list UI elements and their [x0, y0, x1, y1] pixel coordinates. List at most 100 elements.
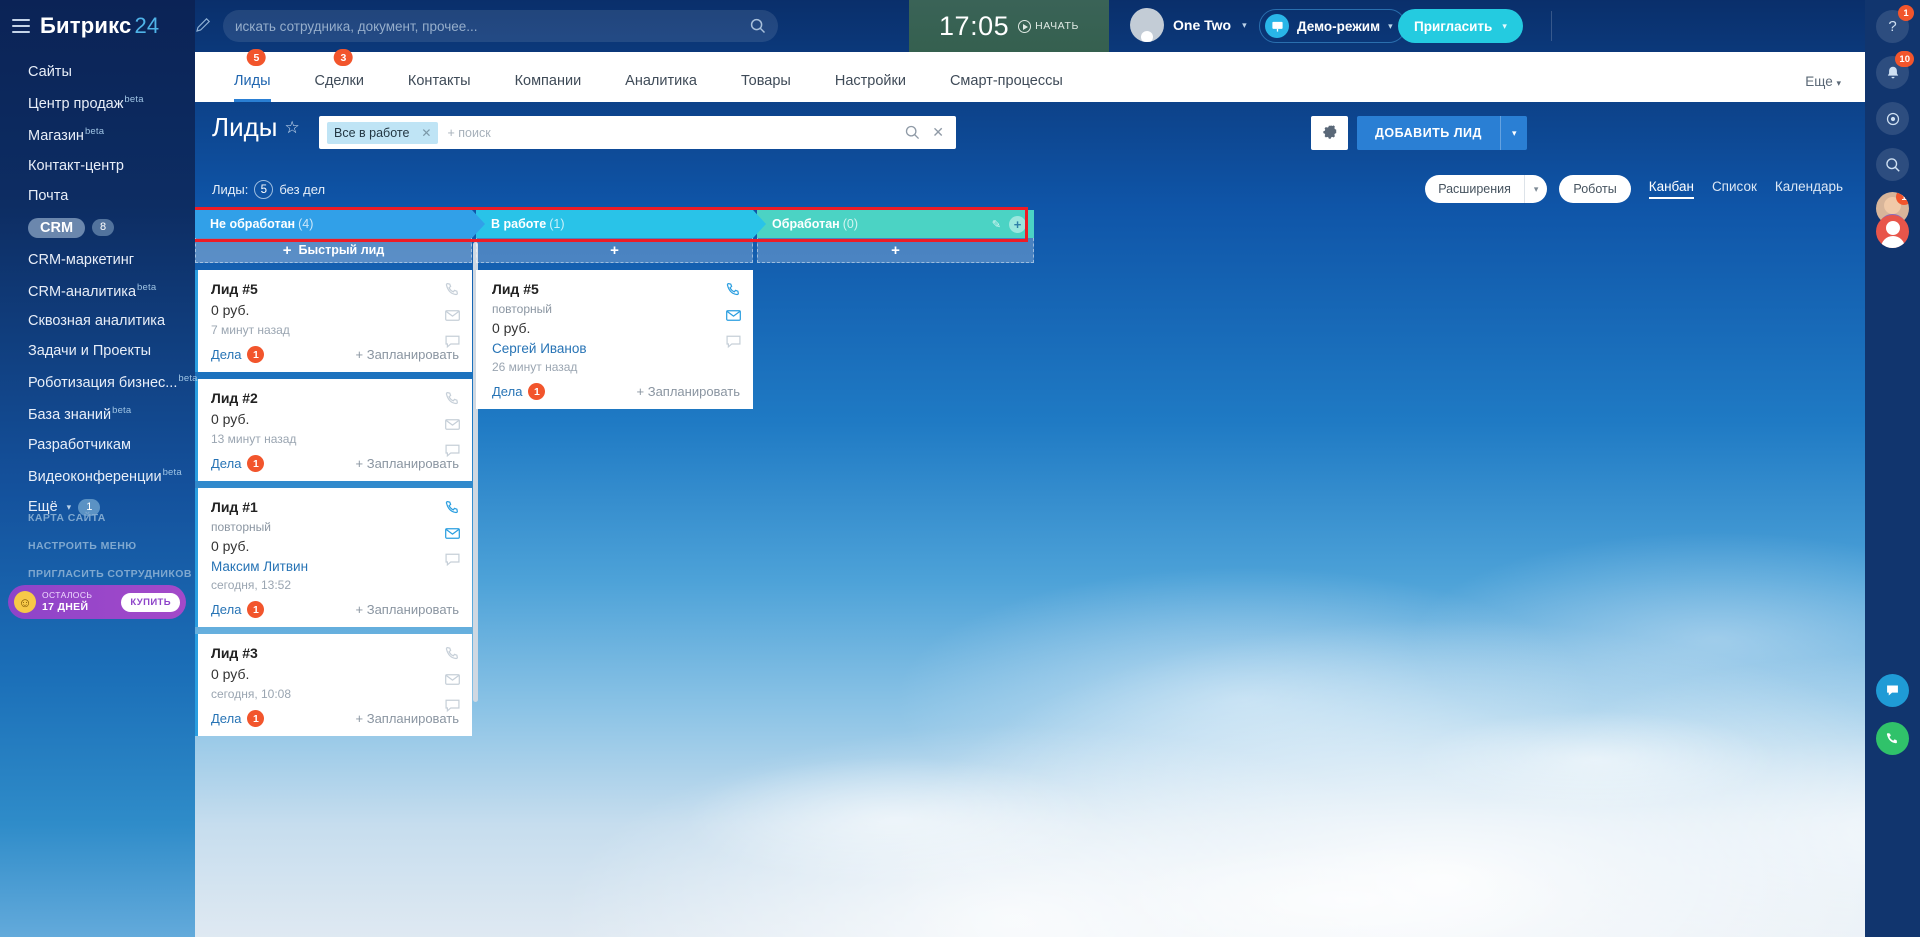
lead-card-deals-label[interactable]: Дела: [211, 711, 241, 726]
sidebar-item-11[interactable]: База знанийbeta: [0, 398, 195, 430]
buy-button[interactable]: КУПИТЬ: [121, 592, 180, 612]
pencil-icon[interactable]: [195, 17, 213, 35]
lead-card[interactable]: Лид #5 0 руб. 7 минут назад Дела 1 + Запланир…: [195, 270, 472, 372]
demo-mode-button[interactable]: Демо-режим ▾: [1259, 9, 1406, 43]
lead-card-plan-link[interactable]: + Запланировать: [637, 384, 740, 399]
sidebar-item-1[interactable]: Центр продажbeta: [0, 87, 195, 119]
search-icon[interactable]: [750, 18, 766, 34]
add-stage-icon[interactable]: +: [1009, 215, 1026, 233]
chevron-down-icon[interactable]: ▾: [1501, 128, 1528, 139]
kanban-column-header[interactable]: В работе (1): [476, 210, 766, 238]
kanban-column-header[interactable]: Не обработан (4): [195, 210, 485, 238]
lead-card-deals-label[interactable]: Дела: [211, 456, 241, 471]
phone-icon[interactable]: [444, 390, 461, 407]
tabs-more-button[interactable]: Еще ▾: [1805, 74, 1841, 89]
add-lead-button[interactable]: ДОБАВИТЬ ЛИД ▾: [1357, 116, 1528, 150]
lead-card-plan-link[interactable]: + Запланировать: [356, 602, 459, 617]
help-icon[interactable]: ? 1: [1876, 5, 1914, 43]
view-link-2[interactable]: Календарь: [1775, 179, 1843, 199]
comment-icon[interactable]: [444, 442, 461, 459]
comment-icon[interactable]: [444, 697, 461, 714]
contact-avatar-2[interactable]: [1876, 215, 1909, 248]
add-card-strip[interactable]: + Быстрый лид: [195, 238, 472, 263]
filter-search-placeholder[interactable]: + поиск: [447, 126, 490, 140]
sidebar-footer-link-2[interactable]: ПРИГЛАСИТЬ СОТРУДНИКОВ: [28, 568, 195, 580]
sidebar-item-10[interactable]: Роботизация бизнес...beta: [0, 366, 197, 398]
tab-5[interactable]: Товары: [719, 73, 813, 102]
lead-card[interactable]: Лид #2 0 руб. 13 минут назад Дела 1 + Заплани…: [195, 379, 472, 481]
chat-rail-icon[interactable]: [1876, 674, 1909, 707]
edit-pencil-icon[interactable]: ✎: [992, 218, 1001, 231]
email-icon[interactable]: [725, 307, 742, 324]
close-icon[interactable]: ✕: [421, 126, 431, 140]
menu-burger-icon[interactable]: [12, 19, 30, 33]
sidebar-item-2[interactable]: Магазинbeta: [0, 119, 195, 151]
favorite-star-icon[interactable]: ☆: [284, 118, 299, 138]
filter-clear-icon[interactable]: ✕: [932, 124, 944, 141]
email-icon[interactable]: [444, 416, 461, 433]
view-link-0[interactable]: Канбан: [1648, 179, 1695, 199]
sidebar-item-0[interactable]: Сайты: [0, 57, 195, 87]
sidebar-item-12[interactable]: Разработчикам: [0, 430, 195, 460]
search-rail-icon[interactable]: [1876, 102, 1909, 135]
add-card-strip[interactable]: +: [757, 238, 1034, 263]
global-search[interactable]: [223, 10, 778, 42]
tab-4[interactable]: Аналитика: [603, 73, 719, 102]
comment-icon[interactable]: [444, 551, 461, 568]
sidebar-item-7[interactable]: CRM-аналитикаbeta: [0, 275, 195, 307]
search-input[interactable]: [235, 18, 750, 34]
email-icon[interactable]: [444, 307, 461, 324]
start-workday-button[interactable]: НАЧАТЬ: [1018, 19, 1079, 33]
lead-card-deals-label[interactable]: Дела: [211, 347, 241, 362]
filter-bar[interactable]: Все в работе ✕ + поиск ✕: [319, 116, 956, 149]
phone-icon[interactable]: [444, 499, 461, 516]
phone-rail-icon[interactable]: [1876, 722, 1909, 755]
magnifier-rail-icon[interactable]: [1876, 148, 1909, 181]
email-icon[interactable]: [444, 671, 461, 688]
sidebar-item-4[interactable]: Почта: [0, 181, 195, 211]
lead-card[interactable]: Лид #3 0 руб. сегодня, 10:08 Дела 1 + Заплани…: [195, 634, 472, 736]
lead-card-person[interactable]: Максим Литвин: [211, 559, 459, 574]
sidebar-item-5[interactable]: CRM 8: [0, 211, 195, 245]
robots-button[interactable]: Роботы: [1559, 175, 1631, 203]
sidebar-item-6[interactable]: CRM-маркетинг: [0, 245, 195, 275]
filter-chip[interactable]: Все в работе ✕: [327, 121, 439, 144]
view-link-1[interactable]: Список: [1712, 179, 1757, 199]
tab-3[interactable]: Компании: [493, 73, 604, 102]
phone-icon[interactable]: [444, 281, 461, 298]
settings-gear-button[interactable]: [1311, 116, 1348, 150]
extensions-button[interactable]: Расширения ▾: [1425, 175, 1548, 203]
subscription-promo[interactable]: ☺ ОСТАЛОСЬ 17 ДНЕЙ КУПИТЬ: [8, 585, 186, 619]
sidebar-item-13[interactable]: Видеоконференцииbeta: [0, 460, 195, 492]
sidebar-footer-link-1[interactable]: НАСТРОИТЬ МЕНЮ: [28, 540, 195, 552]
comment-icon[interactable]: [725, 333, 742, 350]
lead-card[interactable]: Лид #5 повторный 0 руб. Сергей Иванов 26 мин…: [476, 270, 753, 409]
kanban-column-header[interactable]: Обработан (0) ✎ +: [757, 210, 1034, 238]
lead-card-person[interactable]: Сергей Иванов: [492, 341, 740, 356]
phone-icon[interactable]: [444, 645, 461, 662]
tab-1[interactable]: Сделки 3: [293, 49, 386, 102]
sidebar-footer-link-0[interactable]: КАРТА САЙТА: [28, 512, 195, 524]
time-tracker[interactable]: 17:05 НАЧАТЬ: [909, 0, 1109, 52]
lead-card[interactable]: Лид #1 повторный 0 руб. Максим Литвин сегодн…: [195, 488, 472, 627]
sidebar-item-3[interactable]: Контакт-центр: [0, 151, 195, 181]
promo-line2: 17 ДНЕЙ: [42, 600, 89, 613]
user-menu[interactable]: One Two ▾: [1130, 8, 1247, 42]
add-card-strip[interactable]: +: [476, 238, 753, 263]
notifications-icon[interactable]: 10: [1876, 51, 1914, 89]
sidebar-item-9[interactable]: Задачи и Проекты: [0, 336, 195, 366]
tab-0[interactable]: Лиды 5: [212, 49, 293, 102]
brand-logo[interactable]: Битрикс 24: [40, 13, 159, 39]
filter-search-icon[interactable]: [905, 125, 920, 140]
invite-button[interactable]: Пригласить ▾: [1398, 9, 1523, 43]
tab-6[interactable]: Настройки: [813, 73, 928, 102]
phone-icon[interactable]: [725, 281, 742, 298]
lead-card-deals-label[interactable]: Дела: [211, 602, 241, 617]
lead-card-deals-label[interactable]: Дела: [492, 384, 522, 399]
comment-icon[interactable]: [444, 333, 461, 350]
tab-2[interactable]: Контакты: [386, 73, 493, 102]
chevron-down-icon[interactable]: ▾: [1525, 184, 1548, 195]
sidebar-item-8[interactable]: Сквозная аналитика: [0, 306, 195, 336]
tab-7[interactable]: Смарт-процессы: [928, 73, 1085, 102]
email-icon[interactable]: [444, 525, 461, 542]
